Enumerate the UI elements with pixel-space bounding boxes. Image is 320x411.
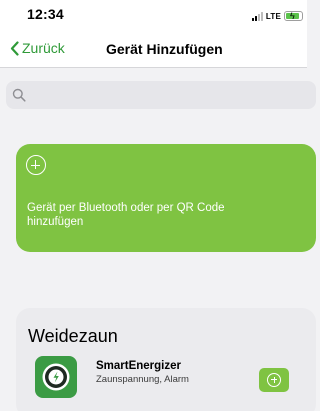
- plus-circle-icon: [267, 373, 281, 387]
- add-device-text: Gerät per Bluetooth oder per QR Code hin…: [27, 202, 225, 228]
- device-name: SmartEnergizer: [96, 360, 182, 372]
- chevron-left-icon: [10, 40, 19, 56]
- back-button[interactable]: Zurück: [10, 40, 65, 56]
- page-title: Gerät Hinzufügen: [106, 41, 223, 57]
- status-bar: 12:34 LTE ϟ: [0, 0, 307, 30]
- add-device-button[interactable]: [259, 368, 289, 392]
- signal-icon: [251, 11, 263, 21]
- category-title: Weidezaun: [28, 326, 118, 346]
- energizer-lightning-icon: [35, 356, 77, 398]
- add-device-card[interactable]: Gerät per Bluetooth oder per QR Code hin…: [16, 144, 316, 252]
- status-time: 12:34: [27, 6, 64, 22]
- network-type: LTE: [265, 11, 281, 21]
- status-indicators: LTE ϟ: [251, 10, 303, 22]
- plus-circle-icon: [26, 155, 46, 175]
- back-label: Zurück: [22, 40, 65, 56]
- device-description: Zaunspannung, Alarm: [96, 374, 189, 385]
- battery-charging-icon: ϟ: [284, 11, 303, 21]
- search-icon: [12, 88, 26, 102]
- search-input[interactable]: [32, 81, 302, 109]
- search-bar[interactable]: [6, 81, 316, 109]
- navigation-bar: Zurück Gerät Hinzufügen: [0, 30, 307, 68]
- category-card-weidezaun: Weidezaun SmartEnergizer Zaunspannung, A…: [16, 308, 316, 411]
